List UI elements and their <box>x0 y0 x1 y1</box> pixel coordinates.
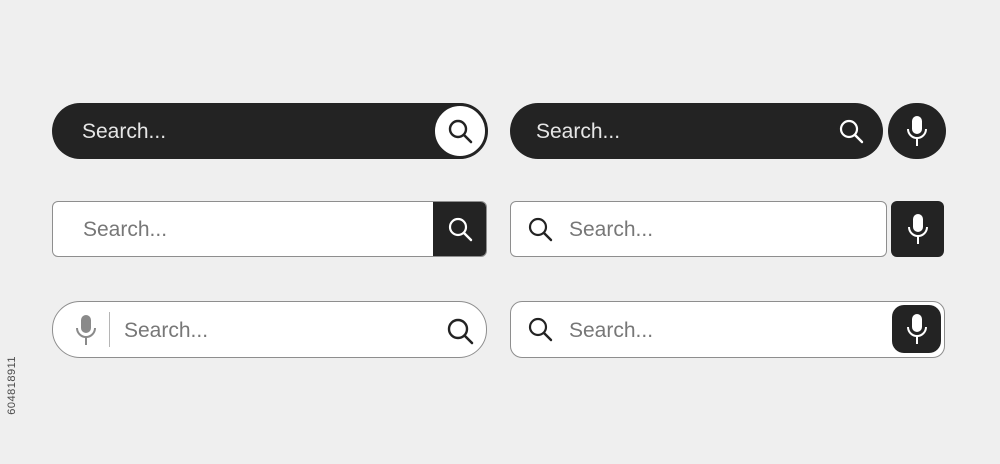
search-bar-dark-pill[interactable]: Search... <box>52 103 488 159</box>
search-bar-dark-pill-icon[interactable]: Search... <box>510 103 883 159</box>
search-bar-outline-rounded[interactable]: Search... <box>510 301 945 358</box>
search-placeholder: Search... <box>569 319 654 342</box>
microphone-icon <box>906 313 928 345</box>
search-placeholder: Search... <box>124 319 209 342</box>
search-icon <box>527 216 553 242</box>
voice-search-button[interactable] <box>892 305 941 353</box>
search-placeholder: Search... <box>569 218 654 241</box>
stock-image-id: 604818911 <box>6 356 18 415</box>
microphone-icon <box>906 115 928 147</box>
divider <box>109 312 110 347</box>
voice-search-button[interactable] <box>891 201 944 257</box>
search-placeholder: Search... <box>83 218 168 241</box>
search-icon[interactable] <box>838 118 864 144</box>
search-icon[interactable] <box>446 317 474 345</box>
search-bar-outline-pill[interactable]: Search... <box>52 301 487 358</box>
search-bar-outline-rect[interactable]: Search... <box>52 201 487 257</box>
search-bar-outline-rect-icon[interactable]: Search... <box>510 201 887 257</box>
search-icon <box>527 316 553 342</box>
search-button[interactable] <box>433 202 486 256</box>
search-button[interactable] <box>432 103 488 159</box>
microphone-icon <box>907 213 929 245</box>
search-placeholder: Search... <box>536 120 621 143</box>
voice-search-button[interactable] <box>888 103 946 159</box>
search-placeholder: Search... <box>82 120 167 143</box>
search-icon <box>447 118 473 144</box>
search-icon <box>447 216 473 242</box>
microphone-icon[interactable] <box>75 314 97 346</box>
